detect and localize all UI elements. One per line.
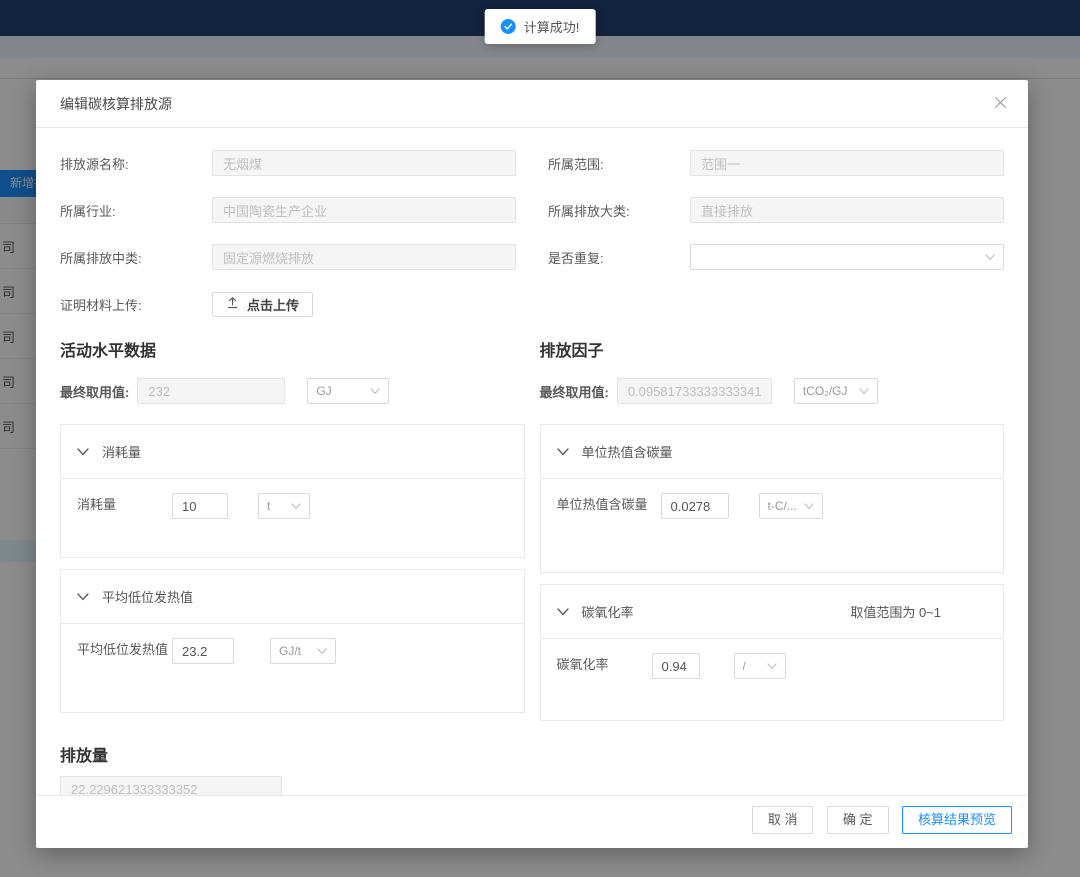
activity-final-input (137, 378, 285, 404)
oxidation-rate-panel-header[interactable]: 碳氧化率 取值范围为 0~1 (541, 585, 1004, 638)
factor-final-label: 最终取用值: (540, 382, 609, 401)
factor-section: 排放因子 最终取用值: tCO₂/GJ (540, 337, 1005, 732)
field-upload: 证明材料上传: 点击上传 (60, 291, 516, 317)
form-col-left: 排放源名称: 所属行业: 所属排放中类: 证明材料上传: (60, 150, 516, 337)
upload-arrow-icon (226, 296, 239, 312)
activity-unit-value: GJ (316, 384, 331, 398)
activity-section-title: 活动水平数据 (60, 337, 525, 361)
factor-unit-value: tCO₂/GJ (803, 384, 848, 398)
carbon-content-panel: 单位热值含碳量 单位热值含碳量 t-C/... (540, 424, 1005, 573)
carbon-content-panel-body: 单位热值含碳量 t-C/... (541, 478, 1004, 572)
chevron-down-icon (859, 384, 869, 398)
source-name-input (212, 150, 516, 176)
middle-category-input (212, 244, 516, 270)
check-circle-icon (501, 19, 516, 34)
field-source-name: 排放源名称: (60, 150, 516, 176)
carbon-content-panel-title: 单位热值含碳量 (582, 442, 673, 461)
consumption-panel-title: 消耗量 (102, 442, 141, 461)
chevron-down-icon (557, 444, 569, 459)
heating-value-unit-value: GJ/t (279, 644, 301, 658)
heating-value-row-label: 平均低位发热值 (77, 638, 172, 661)
middle-category-label: 所属排放中类: (60, 248, 212, 267)
carbon-content-unit-value: t-C/... (768, 499, 797, 513)
chevron-down-icon (77, 589, 89, 604)
close-icon[interactable] (991, 93, 1009, 111)
carbon-content-input[interactable] (661, 493, 729, 519)
oxidation-rate-input[interactable] (652, 653, 700, 679)
chevron-down-icon (317, 644, 327, 658)
edit-emission-source-modal: 编辑碳核算排放源 排放源名称: 所属行业: 所属排放中类: (36, 80, 1028, 848)
field-major-category: 所属排放大类: (548, 197, 1004, 223)
activity-final-label: 最终取用值: (60, 382, 129, 401)
heating-value-panel-title: 平均低位发热值 (102, 587, 193, 606)
upload-button-label: 点击上传 (247, 295, 299, 314)
factor-section-title: 排放因子 (540, 337, 1005, 361)
modal-title: 编辑碳核算排放源 (60, 96, 172, 112)
oxidation-rate-unit-value: / (743, 659, 746, 673)
confirm-button[interactable]: 确 定 (827, 806, 889, 834)
major-category-label: 所属排放大类: (548, 201, 690, 220)
consumption-unit-select[interactable]: t (258, 493, 310, 519)
activity-final-row: 最终取用值: GJ (60, 378, 525, 404)
heating-value-panel: 平均低位发热值 平均低位发热值 GJ/t (60, 569, 525, 713)
activity-section: 活动水平数据 最终取用值: GJ (60, 337, 525, 732)
heating-value-input[interactable] (172, 638, 234, 664)
chevron-down-icon (985, 250, 995, 264)
field-industry: 所属行业: (60, 197, 516, 223)
carbon-content-panel-header[interactable]: 单位热值含碳量 (541, 425, 1004, 478)
field-middle-category: 所属排放中类: (60, 244, 516, 270)
chevron-down-icon (804, 499, 814, 513)
emission-section-title: 排放量 (60, 742, 1004, 766)
chevron-down-icon (77, 444, 89, 459)
oxidation-rate-panel-title: 碳氧化率 (582, 602, 634, 621)
oxidation-rate-row-label: 碳氧化率 (557, 653, 652, 676)
cancel-button[interactable]: 取 消 (752, 806, 814, 834)
form-grid: 排放源名称: 所属行业: 所属排放中类: 证明材料上传: (60, 150, 1004, 337)
consumption-unit-value: t (267, 499, 270, 513)
oxidation-rate-panel: 碳氧化率 取值范围为 0~1 碳氧化率 / (540, 584, 1005, 721)
factor-unit-select: tCO₂/GJ (794, 378, 878, 404)
activity-unit-select: GJ (307, 378, 389, 404)
chevron-down-icon (370, 384, 380, 398)
scope-input (690, 150, 1004, 176)
oxidation-rate-panel-note: 取值范围为 0~1 (850, 602, 941, 621)
upload-button[interactable]: 点击上传 (212, 292, 313, 317)
consumption-panel-header[interactable]: 消耗量 (61, 425, 524, 478)
carbon-content-row-label: 单位热值含碳量 (557, 493, 661, 516)
toast-message: 计算成功! (524, 17, 580, 36)
heating-value-panel-header[interactable]: 平均低位发热值 (61, 570, 524, 623)
oxidation-rate-unit-select[interactable]: / (734, 653, 786, 679)
heating-value-unit-select[interactable]: GJ/t (270, 638, 336, 664)
modal-footer: 取 消 确 定 核算结果预览 (36, 795, 1028, 848)
industry-label: 所属行业: (60, 201, 212, 220)
consumption-panel-body: 消耗量 t (61, 478, 524, 557)
carbon-content-unit-select[interactable]: t-C/... (759, 493, 823, 519)
is-duplicate-select[interactable] (690, 244, 1004, 270)
industry-input (212, 197, 516, 223)
consumption-panel: 消耗量 消耗量 t (60, 424, 525, 558)
field-scope: 所属范围: (548, 150, 1004, 176)
chevron-down-icon (557, 604, 569, 619)
major-category-input (690, 197, 1004, 223)
source-name-label: 排放源名称: (60, 154, 212, 173)
emission-result-input (60, 776, 282, 795)
upload-label: 证明材料上传: (60, 295, 212, 314)
modal-header: 编辑碳核算排放源 (36, 80, 1028, 128)
preview-result-button[interactable]: 核算结果预览 (902, 806, 1012, 834)
chevron-down-icon (767, 659, 777, 673)
scope-label: 所属范围: (548, 154, 690, 173)
oxidation-rate-panel-body: 碳氧化率 / (541, 638, 1004, 720)
form-col-right: 所属范围: 所属排放大类: 是否重复: (548, 150, 1004, 337)
modal-body: 排放源名称: 所属行业: 所属排放中类: 证明材料上传: (36, 128, 1028, 795)
chevron-down-icon (291, 499, 301, 513)
factor-final-row: 最终取用值: tCO₂/GJ (540, 378, 1005, 404)
heating-value-panel-body: 平均低位发热值 GJ/t (61, 623, 524, 712)
data-sections: 活动水平数据 最终取用值: GJ (60, 337, 1004, 732)
consumption-row-label: 消耗量 (77, 493, 172, 516)
factor-final-input (617, 378, 772, 404)
is-duplicate-label: 是否重复: (548, 248, 690, 267)
success-toast: 计算成功! (485, 9, 596, 44)
consumption-input[interactable] (172, 493, 228, 519)
field-is-duplicate: 是否重复: (548, 244, 1004, 270)
